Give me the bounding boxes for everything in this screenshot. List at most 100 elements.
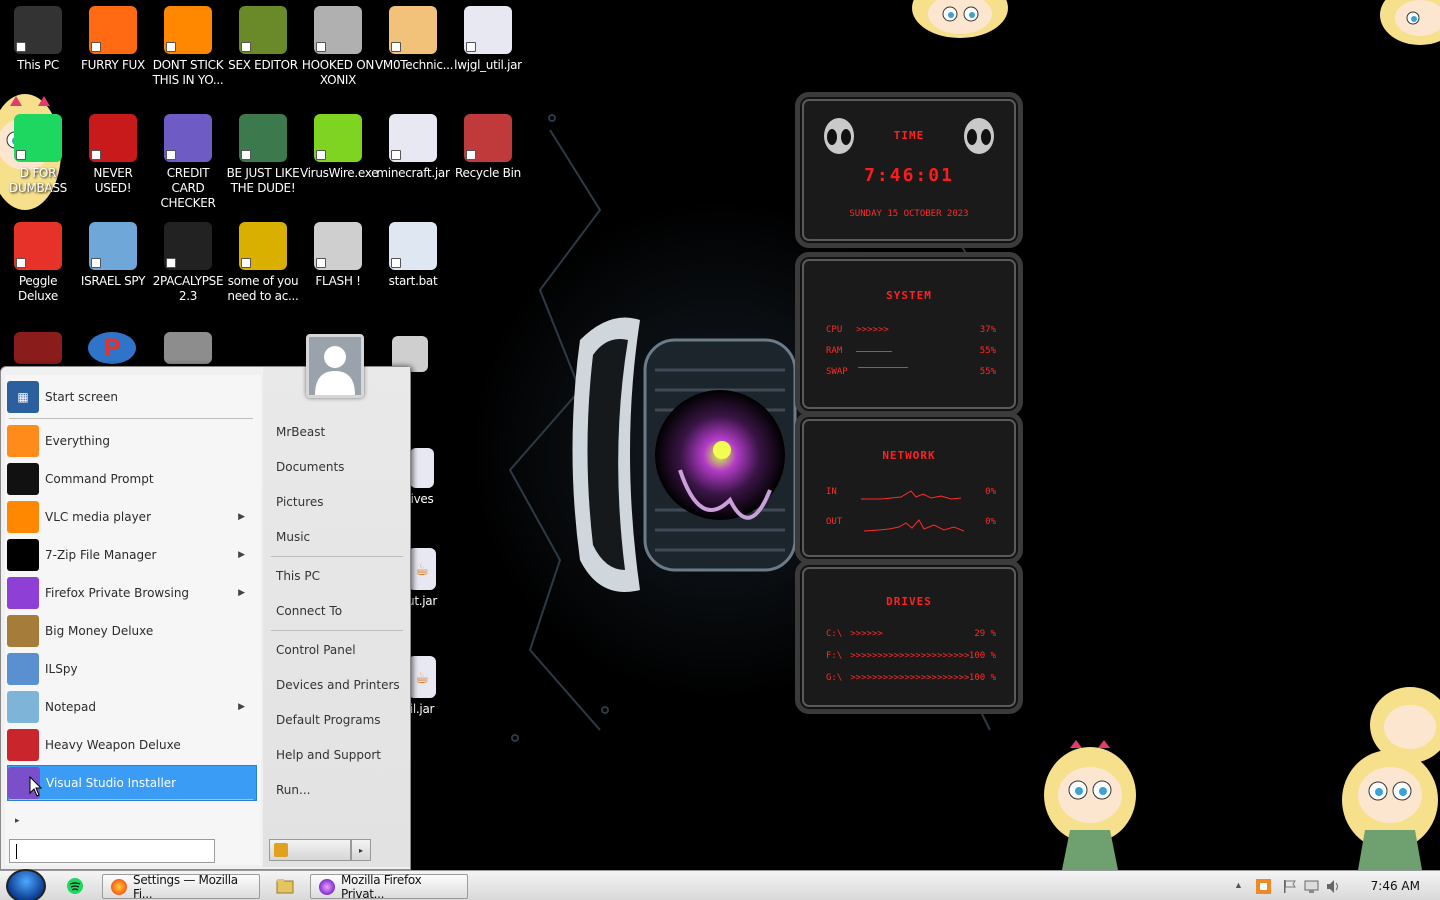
desktop-icon-partial[interactable] bbox=[10, 332, 66, 368]
desktop-icon-sex-editor[interactable]: SEX EDITOR bbox=[225, 6, 301, 73]
link-devices-printers[interactable]: Devices and Printers bbox=[276, 678, 400, 692]
link-this-pc[interactable]: This PC bbox=[276, 569, 320, 583]
link-help-support[interactable]: Help and Support bbox=[276, 748, 381, 762]
menu-item-start-screen[interactable]: ▦ Start screen bbox=[7, 379, 257, 415]
shutdown-options-arrow[interactable]: ▸ bbox=[351, 839, 371, 861]
desktop-icon-partial[interactable]: P bbox=[84, 332, 140, 368]
widget-title: DRIVES bbox=[886, 595, 932, 608]
link-default-programs[interactable]: Default Programs bbox=[276, 713, 381, 727]
row-value: 37% bbox=[979, 325, 996, 335]
network-out-graph bbox=[863, 519, 964, 532]
menu-item-label: VLC media player bbox=[45, 510, 152, 524]
link-connect-to[interactable]: Connect To bbox=[276, 604, 342, 618]
desktop-icon-credit-card[interactable]: CREDIT CARD CHECKER bbox=[150, 114, 226, 211]
menu-item-firefox-private-browsing[interactable]: Firefox Private Browsing ▶ bbox=[7, 575, 257, 611]
file-explorer-icon[interactable] bbox=[276, 877, 294, 895]
drive-row: C:\ >>>>>> 29 % bbox=[826, 629, 996, 639]
taskbar-button-firefox-private[interactable]: Mozilla Firefox Privat... bbox=[310, 872, 468, 900]
desktop-icon-dont-stick[interactable]: DONT STICK THIS IN YO... bbox=[150, 6, 226, 88]
row-value: 100 % bbox=[968, 673, 996, 683]
submenu-arrow-icon: ▶ bbox=[238, 702, 245, 712]
taskbar-clock[interactable]: 7:46 AM bbox=[1371, 879, 1420, 893]
desktop-icon-furry-fux[interactable]: FURRY FUX bbox=[75, 6, 151, 73]
file-icon bbox=[410, 448, 434, 488]
taskbar-button-label: Mozilla Firefox Privat... bbox=[341, 872, 422, 900]
desktop-icon-peggle[interactable]: Peggle Deluxe bbox=[0, 222, 76, 304]
link-documents[interactable]: Documents bbox=[276, 460, 344, 474]
network-widget[interactable]: NETWORK IN 0% OUT 0% bbox=[795, 412, 1023, 564]
hxd-icon bbox=[239, 6, 287, 54]
spotify-icon[interactable] bbox=[66, 877, 84, 895]
shortcut-arrow-icon bbox=[91, 42, 101, 52]
firefox-icon bbox=[111, 878, 127, 895]
desktop-icon-some-of-you[interactable]: some of you need to ac... bbox=[225, 222, 301, 304]
drive-row: F:\ >>>>>>>>>>>>>>>>>>>>>>>> 100 % bbox=[826, 651, 996, 661]
system-widget[interactable]: SYSTEM CPU >>>>>> 37% RAM 55% SWAP 55% bbox=[795, 252, 1023, 416]
volume-icon[interactable] bbox=[1326, 879, 1341, 894]
desktop-icon-minecraft-jar[interactable]: minecraft.jar bbox=[375, 114, 451, 181]
widget-title: SYSTEM bbox=[886, 289, 932, 302]
time-widget[interactable]: TIME 7:46:01 SUNDAY 15 OCTOBER 2023 bbox=[795, 92, 1023, 248]
ram-row: RAM 55% bbox=[826, 346, 996, 356]
network-tray-icon[interactable] bbox=[1304, 879, 1319, 894]
menu-item-ilspy[interactable]: ILSpy bbox=[7, 651, 257, 687]
show-hidden-icons-arrow[interactable]: ▲ bbox=[1234, 880, 1243, 890]
cartoon-character-sticker bbox=[1380, 0, 1440, 45]
desktop-icon-hooked-xonix[interactable]: HOOKED ON XONIX bbox=[300, 6, 376, 88]
menu-item-label: Heavy Weapon Deluxe bbox=[45, 738, 181, 752]
drives-widget[interactable]: DRIVES C:\ >>>>>> 29 % F:\ >>>>>>>>>>>>>… bbox=[795, 560, 1023, 714]
row-value: 29 % bbox=[974, 629, 996, 639]
row-value: 0% bbox=[985, 487, 996, 497]
desktop-icon-flash[interactable]: FLASH ! bbox=[300, 222, 376, 289]
peggle-icon: P bbox=[88, 332, 136, 364]
desktop-icon-viruswire[interactable]: VirusWire.exe bbox=[300, 114, 379, 181]
desktop-icon-this-pc[interactable]: This PC bbox=[0, 6, 76, 73]
desktop-icon-label: CREDIT CARD CHECKER bbox=[160, 166, 216, 210]
credit-card-icon bbox=[164, 114, 212, 162]
java-icon: ☕ bbox=[408, 548, 436, 590]
link-music[interactable]: Music bbox=[276, 530, 310, 544]
taskbar-button-firefox-settings[interactable]: Settings — Mozilla Fi... bbox=[102, 873, 260, 900]
menu-item-vlc-media-player[interactable]: VLC media player ▶ bbox=[7, 499, 257, 535]
shortcut-arrow-icon bbox=[391, 150, 401, 160]
vlc-icon bbox=[164, 6, 212, 54]
menu-item-everything[interactable]: Everything bbox=[7, 423, 257, 459]
desktop-icon-israel-spy[interactable]: ISRAEL SPY bbox=[75, 222, 151, 289]
user-avatar[interactable] bbox=[306, 334, 364, 398]
menu-item-7-zip-file-manager[interactable]: 7-Zip File Manager ▶ bbox=[7, 537, 257, 573]
terminal-icon bbox=[164, 222, 212, 270]
desktop-icon-start-bat[interactable]: start.bat bbox=[375, 222, 451, 289]
desktop-icon-label: minecraft.jar bbox=[376, 166, 450, 180]
desktop-icon-d-for-dumbass[interactable]: D FOR DUMBASS bbox=[0, 114, 76, 196]
start-button[interactable] bbox=[6, 869, 46, 900]
desktop-icon-vm0[interactable]: VM0Technic... bbox=[375, 6, 453, 73]
menu-item-label: Visual Studio Installer bbox=[46, 776, 177, 790]
link-user-folder[interactable]: MrBeast bbox=[276, 425, 325, 439]
link-pictures[interactable]: Pictures bbox=[276, 495, 324, 509]
desktop-icon-label: NEVER USED! bbox=[93, 166, 133, 195]
desktop-icon-label: HOOKED ON XONIX bbox=[301, 58, 375, 87]
menu-item-visual-studio-installer[interactable]: Visual Studio Installer bbox=[7, 765, 257, 801]
menu-item-notepad[interactable]: Notepad ▶ bbox=[7, 689, 257, 725]
desktop-icon-2pacalypse[interactable]: 2PACALYPSE 2.3 bbox=[150, 222, 226, 304]
link-run[interactable]: Run... bbox=[276, 783, 310, 797]
desktop-icon-be-just-like[interactable]: BE JUST LIKE THE DUDE! bbox=[225, 114, 301, 196]
desktop-icon-never-used[interactable]: NEVER USED! bbox=[75, 114, 151, 196]
link-control-panel[interactable]: Control Panel bbox=[276, 643, 356, 657]
menu-item-heavy-weapon-deluxe[interactable]: Heavy Weapon Deluxe bbox=[7, 727, 257, 763]
all-programs-arrow[interactable]: ▸ bbox=[15, 815, 20, 826]
menu-item-big-money-deluxe[interactable]: Big Money Deluxe bbox=[7, 613, 257, 649]
desktop-icon-partial[interactable] bbox=[160, 332, 216, 368]
shortcut-arrow-icon bbox=[316, 258, 326, 268]
row-label: CPU bbox=[826, 325, 843, 335]
submenu-arrow-icon: ▶ bbox=[238, 550, 245, 560]
7zip-icon bbox=[7, 539, 39, 571]
shutdown-button[interactable] bbox=[269, 839, 351, 861]
desktop-icon-recycle-bin[interactable]: Recycle Bin bbox=[450, 114, 526, 181]
search-input[interactable] bbox=[9, 839, 215, 863]
menu-item-command-prompt[interactable]: Command Prompt bbox=[7, 461, 257, 497]
row-label: RAM bbox=[826, 346, 843, 356]
orange-app-tray-icon[interactable] bbox=[1256, 879, 1271, 894]
desktop-icon-lwjgl-util-1[interactable]: lwjgl_util.jar bbox=[450, 6, 526, 73]
action-center-flag-icon[interactable] bbox=[1282, 879, 1297, 894]
